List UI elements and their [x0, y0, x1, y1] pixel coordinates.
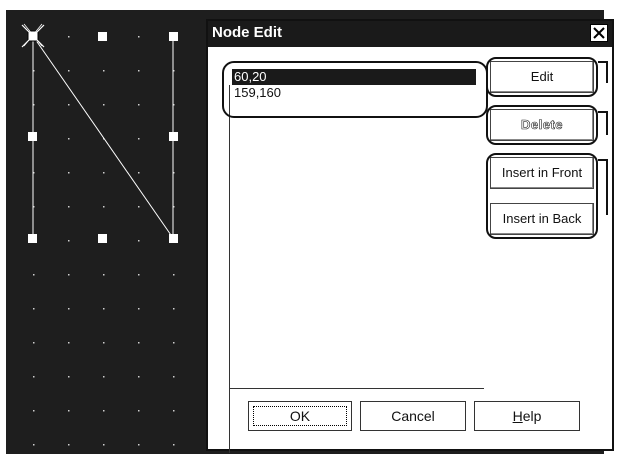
- help-label: elp: [522, 408, 542, 424]
- callout-connector: [606, 61, 608, 83]
- callout-connector: [606, 111, 608, 135]
- close-button[interactable]: [590, 24, 608, 42]
- cancel-button[interactable]: Cancel: [360, 401, 466, 431]
- square-handle-icon[interactable]: [169, 132, 178, 141]
- square-handle-icon[interactable]: [98, 32, 107, 41]
- callout-ring: [486, 153, 598, 239]
- polyline-segment: [32, 35, 174, 239]
- square-handle-icon[interactable]: [169, 32, 178, 41]
- square-handle-icon[interactable]: [28, 234, 37, 243]
- callout-connector: [606, 159, 608, 215]
- square-handle-icon[interactable]: [98, 234, 107, 243]
- help-button[interactable]: Help: [474, 401, 580, 431]
- close-icon: [593, 27, 605, 39]
- square-handle-icon[interactable]: [28, 132, 37, 141]
- dialog-titlebar[interactable]: Node Edit: [208, 21, 612, 47]
- callout-ring: [222, 61, 488, 118]
- callout-ring: [486, 105, 598, 145]
- callout-ring: [486, 57, 598, 97]
- polyline-shape[interactable]: [6, 10, 206, 454]
- square-handle-icon[interactable]: [169, 234, 178, 243]
- ok-button[interactable]: OK: [248, 401, 352, 431]
- list-frame-line: [230, 388, 484, 389]
- focus-rect: [253, 406, 347, 426]
- node-edit-dialog: Node Edit 60,20 159,160 Edit Delete Inse…: [206, 19, 614, 453]
- dialog-title: Node Edit: [212, 24, 282, 41]
- help-mnemonic: H: [512, 408, 523, 424]
